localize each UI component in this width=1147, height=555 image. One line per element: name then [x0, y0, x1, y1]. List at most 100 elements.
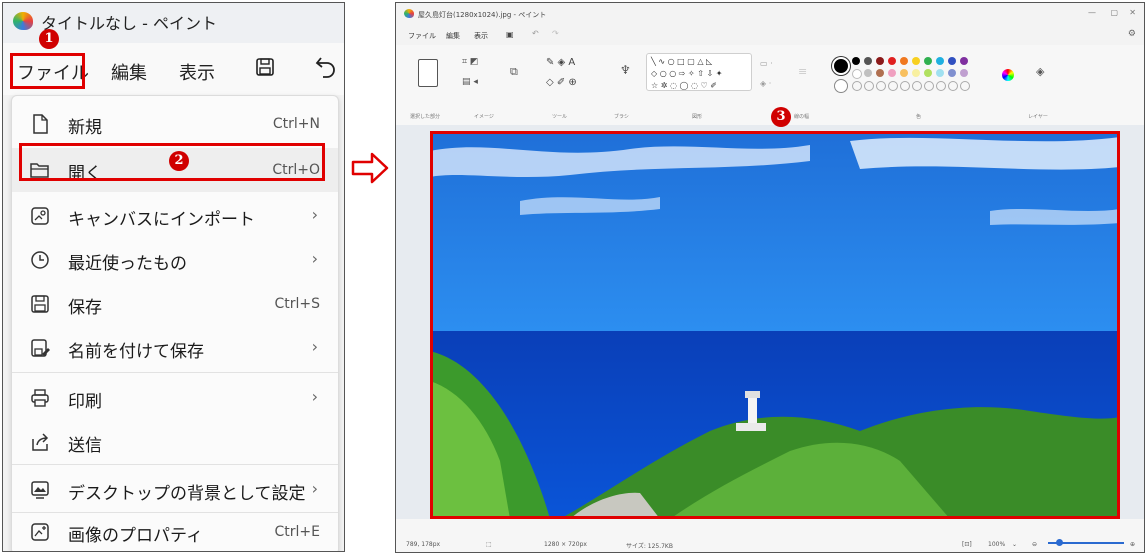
- menu-view[interactable]: 表示: [179, 59, 215, 85]
- pencil-icon[interactable]: ✎ ◈ A: [546, 57, 575, 68]
- layers-icon[interactable]: ◈: [1036, 65, 1044, 78]
- color-swatch[interactable]: [852, 69, 862, 79]
- color-swatch[interactable]: [912, 57, 920, 65]
- printer-icon: [31, 389, 49, 407]
- brush-icon[interactable]: ♆: [620, 63, 631, 77]
- close-icon[interactable]: ✕: [1129, 8, 1136, 17]
- save-icon[interactable]: [255, 57, 275, 77]
- resize-icon[interactable]: ▤ ◂: [462, 77, 478, 87]
- menu-edit[interactable]: 編集: [111, 59, 147, 85]
- color-swatch[interactable]: [960, 57, 968, 65]
- menu-file[interactable]: ファイル: [408, 31, 436, 41]
- color-swatch-empty[interactable]: [912, 81, 922, 91]
- ribbon-group-label: ブラシ: [614, 114, 629, 120]
- color-swatch[interactable]: [888, 57, 896, 65]
- zoom-in-icon[interactable]: ⊕: [1130, 541, 1135, 548]
- color-swatch-empty[interactable]: [948, 81, 958, 91]
- color-palette[interactable]: [852, 55, 992, 95]
- menu-item-recent[interactable]: 最近使ったもの ›: [12, 238, 338, 282]
- primary-color-swatch[interactable]: [832, 57, 850, 75]
- menu-item-shortcut: Ctrl+S: [274, 296, 320, 312]
- color-swatch[interactable]: [888, 69, 896, 77]
- color-swatch[interactable]: [948, 57, 956, 65]
- color-swatch-empty[interactable]: [960, 81, 970, 91]
- menu-item-label: 最近使ったもの: [68, 254, 187, 274]
- maximize-icon[interactable]: ▢: [1110, 8, 1118, 17]
- color-swatch[interactable]: [876, 57, 884, 65]
- submenu-chevron-icon: ›: [311, 387, 318, 406]
- color-swatch[interactable]: [948, 69, 956, 77]
- color-swatch[interactable]: [864, 69, 872, 77]
- menu-item-save[interactable]: 保存 Ctrl+S: [12, 282, 338, 326]
- color-swatch[interactable]: [876, 69, 884, 77]
- menu-item-label: 名前を付けて保存: [68, 342, 204, 362]
- menu-item-label: デスクトップの背景として設定: [68, 484, 306, 504]
- menu-item-label: 新規: [68, 118, 102, 138]
- menu-item-new[interactable]: 新規 Ctrl+N: [12, 102, 338, 146]
- gear-icon[interactable]: ⚙: [1128, 29, 1136, 39]
- new-file-icon: [33, 114, 48, 134]
- menu-item-shortcut: Ctrl+N: [272, 116, 320, 132]
- menu-item-label: 送信: [68, 436, 102, 456]
- color-swatch-empty[interactable]: [936, 81, 946, 91]
- desktop-icon: [31, 481, 49, 499]
- annotation-badge-2: 2: [169, 151, 189, 171]
- color-swatch-empty[interactable]: [852, 81, 862, 91]
- shapes-gallery[interactable]: ╲ ∿ ○ □ ▢ △ ◺ ◇ ○ ○ ⇨ ✧ ⇧ ⇩ ✦ ☆ ✲ ◌ ◯ ◌ ♡ …: [646, 53, 752, 91]
- cursor-position: 789, 178px: [406, 541, 441, 548]
- color-swatch[interactable]: [924, 69, 932, 77]
- color-swatch[interactable]: [864, 57, 872, 65]
- menu-item-print[interactable]: 印刷 ›: [12, 376, 338, 420]
- color-swatch[interactable]: [936, 69, 944, 77]
- redo-icon[interactable]: ↷: [552, 29, 559, 38]
- color-swatch[interactable]: [912, 69, 920, 77]
- color-swatch-empty[interactable]: [900, 81, 910, 91]
- menu-item-label: 印刷: [68, 392, 102, 412]
- selection-tool-icon[interactable]: [418, 59, 438, 87]
- edit-colors-icon[interactable]: [1002, 69, 1014, 81]
- color-swatch[interactable]: [852, 57, 860, 65]
- color-swatch-empty[interactable]: [924, 81, 934, 91]
- line-width-icon[interactable]: ≡: [798, 65, 807, 78]
- menu-divider: [12, 372, 338, 373]
- color-swatch[interactable]: [936, 57, 944, 65]
- undo-icon[interactable]: [315, 55, 337, 79]
- color-swatch-empty[interactable]: [864, 81, 874, 91]
- secondary-color-swatch[interactable]: [834, 79, 848, 93]
- menu-item-send[interactable]: 送信: [12, 420, 338, 464]
- ribbon-group-label: 選択した部分: [410, 114, 441, 120]
- import-image-icon: [31, 207, 49, 225]
- right-arrow-icon: [351, 152, 389, 184]
- color-swatch[interactable]: [900, 69, 908, 77]
- color-swatch-empty[interactable]: [888, 81, 898, 91]
- crop-icon[interactable]: ⌗ ◩: [462, 57, 478, 67]
- canvas-area[interactable]: [396, 125, 1144, 519]
- outline-icon[interactable]: ▭ ·: [760, 59, 773, 68]
- paint-app-icon: [13, 12, 33, 30]
- undo-icon[interactable]: ↶: [532, 29, 539, 38]
- color-swatch-empty[interactable]: [876, 81, 886, 91]
- color-swatch[interactable]: [924, 57, 932, 65]
- save-icon[interactable]: ▣: [506, 30, 514, 39]
- color-swatch[interactable]: [960, 69, 968, 77]
- eraser-icon[interactable]: ◇ ✐ ⊕: [546, 77, 577, 88]
- menu-item-label: 画像のプロパティ: [68, 526, 203, 546]
- menu-item-image-properties[interactable]: 画像のプロパティ Ctrl+E: [12, 510, 338, 551]
- fit-icon[interactable]: [⊡]: [962, 541, 972, 548]
- minimize-icon[interactable]: —: [1088, 8, 1096, 17]
- zoom-dropdown-chevron-icon[interactable]: ⌄: [1012, 541, 1017, 548]
- menu-view[interactable]: 表示: [474, 31, 488, 41]
- menu-item-save-as[interactable]: 名前を付けて保存 ›: [12, 326, 338, 370]
- zoom-slider-thumb[interactable]: [1056, 539, 1063, 546]
- zoom-level[interactable]: 100%: [988, 541, 1005, 548]
- menu-item-import-to-canvas[interactable]: キャンバスにインポート ›: [12, 194, 338, 238]
- image-select-icon[interactable]: ⧉: [510, 65, 518, 79]
- submenu-chevron-icon: ›: [311, 479, 318, 498]
- menu-item-set-desktop-background[interactable]: デスクトップの背景として設定 ›: [12, 468, 338, 512]
- file-size: サイズ: 125.7KB: [626, 543, 673, 550]
- zoom-out-icon[interactable]: ⊖: [1032, 541, 1037, 548]
- fill-icon[interactable]: ◈ ·: [760, 79, 771, 88]
- menu-edit[interactable]: 編集: [446, 31, 460, 41]
- color-swatch[interactable]: [900, 57, 908, 65]
- clock-icon: [31, 251, 49, 269]
